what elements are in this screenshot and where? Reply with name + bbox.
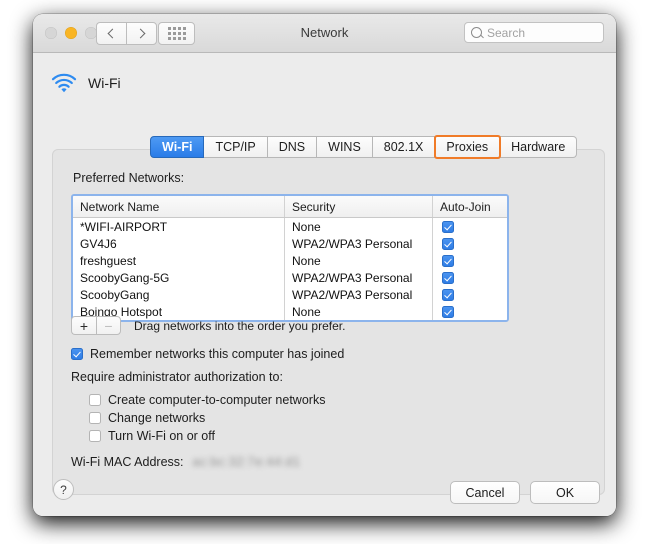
table-row[interactable]: GV4J6 WPA2/WPA3 Personal [73, 235, 507, 252]
add-network-button[interactable]: + [71, 316, 96, 335]
tab-bar: Wi-Fi TCP/IP DNS WINS 802.1X Proxies Har… [150, 136, 577, 158]
cell-security: None [285, 218, 433, 235]
wifi-icon [51, 73, 77, 93]
mac-address-label: Wi-Fi MAC Address: [71, 455, 184, 469]
remember-networks-checkbox[interactable] [71, 348, 83, 360]
mac-address-value: ac:bc:32:7e:44:d1 [193, 455, 301, 469]
tab-8021x[interactable]: 802.1X [373, 136, 436, 158]
change-networks-option[interactable]: Change networks [89, 411, 205, 425]
tab-dns[interactable]: DNS [268, 136, 317, 158]
cell-security: WPA2/WPA3 Personal [285, 235, 433, 252]
tab-wins[interactable]: WINS [317, 136, 373, 158]
auto-join-checkbox[interactable] [442, 306, 454, 318]
change-networks-label: Change networks [108, 411, 205, 425]
cell-auto-join [433, 218, 507, 235]
cell-auto-join [433, 269, 507, 286]
dialog-buttons: Cancel OK [450, 481, 600, 504]
cell-auto-join [433, 252, 507, 269]
auto-join-checkbox[interactable] [442, 272, 454, 284]
create-computer-networks-option[interactable]: Create computer-to-computer networks [89, 393, 325, 407]
search-icon [471, 27, 482, 38]
cell-network-name: freshguest [73, 252, 285, 269]
service-name: Wi-Fi [88, 75, 121, 91]
table-controls: + − Drag networks into the order you pre… [71, 316, 345, 335]
settings-panel: Wi-Fi TCP/IP DNS WINS 802.1X Proxies Har… [52, 149, 605, 495]
column-header-auto-join[interactable]: Auto-Join [433, 196, 507, 217]
require-admin-label: Require administrator authorization to: [71, 370, 283, 384]
drag-hint-text: Drag networks into the order you prefer. [134, 319, 345, 333]
cell-network-name: GV4J6 [73, 235, 285, 252]
search-placeholder: Search [487, 26, 525, 40]
add-remove-group: + − [71, 316, 121, 335]
window-body: Wi-Fi Wi-Fi TCP/IP DNS WINS 802.1X Proxi… [33, 53, 616, 516]
tab-proxies[interactable]: Proxies [435, 136, 500, 158]
cancel-button[interactable]: Cancel [450, 481, 520, 504]
table-row[interactable]: *WIFI-AIRPORT None [73, 218, 507, 235]
table-row[interactable]: freshguest None [73, 252, 507, 269]
change-networks-checkbox[interactable] [89, 412, 101, 424]
turn-wifi-checkbox[interactable] [89, 430, 101, 442]
help-button[interactable]: ? [53, 479, 74, 500]
turn-wifi-label: Turn Wi-Fi on or off [108, 429, 215, 443]
table-header-row: Network Name Security Auto-Join [73, 196, 507, 218]
column-header-security[interactable]: Security [285, 196, 433, 217]
auto-join-checkbox[interactable] [442, 255, 454, 267]
cell-auto-join [433, 303, 507, 320]
cell-auto-join [433, 286, 507, 303]
ok-button[interactable]: OK [530, 481, 600, 504]
column-header-network-name[interactable]: Network Name [73, 196, 285, 217]
preferred-networks-label: Preferred Networks: [73, 171, 184, 185]
table-row[interactable]: ScoobyGang WPA2/WPA3 Personal [73, 286, 507, 303]
cell-security: WPA2/WPA3 Personal [285, 269, 433, 286]
search-field[interactable]: Search [464, 22, 604, 43]
preferred-networks-table[interactable]: Network Name Security Auto-Join *WIFI-AI… [71, 194, 509, 322]
remember-networks-option[interactable]: Remember networks this computer has join… [71, 347, 344, 361]
auto-join-checkbox[interactable] [442, 221, 454, 233]
cell-security: WPA2/WPA3 Personal [285, 286, 433, 303]
turn-wifi-option[interactable]: Turn Wi-Fi on or off [89, 429, 215, 443]
require-admin-text: Require administrator authorization to: [71, 370, 283, 384]
cell-auto-join [433, 235, 507, 252]
auto-join-checkbox[interactable] [442, 238, 454, 250]
tab-hardware[interactable]: Hardware [500, 136, 577, 158]
cell-network-name: ScoobyGang-5G [73, 269, 285, 286]
screenshot-canvas: Network Search Wi-Fi Wi-Fi [0, 0, 649, 544]
cell-network-name: ScoobyGang [73, 286, 285, 303]
create-computer-networks-checkbox[interactable] [89, 394, 101, 406]
table-row[interactable]: ScoobyGang-5G WPA2/WPA3 Personal [73, 269, 507, 286]
window-titlebar: Network Search [33, 14, 616, 53]
mac-address-row: Wi-Fi MAC Address: ac:bc:32:7e:44:d1 [71, 455, 300, 469]
remember-networks-label: Remember networks this computer has join… [90, 347, 344, 361]
create-computer-networks-label: Create computer-to-computer networks [108, 393, 325, 407]
tab-wifi[interactable]: Wi-Fi [150, 136, 204, 158]
remove-network-button: − [96, 316, 121, 335]
network-preferences-window: Network Search Wi-Fi Wi-Fi [33, 14, 616, 516]
tab-tcpip[interactable]: TCP/IP [204, 136, 267, 158]
auto-join-checkbox[interactable] [442, 289, 454, 301]
cell-security: None [285, 252, 433, 269]
service-header: Wi-Fi [51, 73, 121, 93]
cell-network-name: *WIFI-AIRPORT [73, 218, 285, 235]
